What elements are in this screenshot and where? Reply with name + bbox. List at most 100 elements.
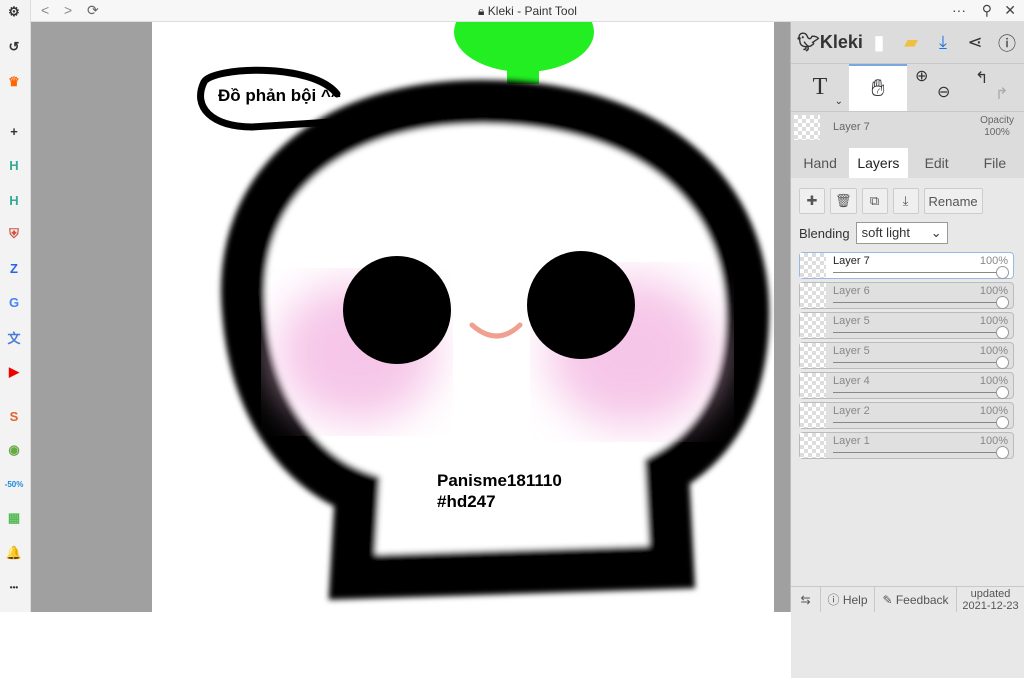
browser-sidebar: ⚙ ↺ ♛ + H H ⛨ Z G 文 ▶ S ◉ -50% ▦ 🔔 ••• (0, 0, 31, 612)
gear-icon[interactable]: ⚙ (3, 1, 25, 23)
text-tool[interactable]: T ⌄ (791, 64, 849, 111)
layer-name: Layer 5 (833, 315, 870, 327)
google-icon[interactable]: G (3, 291, 25, 313)
kleki-logo: 🐦︎Kleki (797, 32, 863, 52)
share-icon[interactable]: ⋖ (959, 27, 991, 59)
new-file-icon[interactable]: ▮ (863, 27, 895, 59)
layer-thumb (800, 403, 826, 428)
layer-name: Layer 5 (833, 345, 870, 357)
delete-layer-button[interactable]: 🗑︎ (830, 188, 857, 214)
current-layer-info: Layer 7 Opacity 100% (791, 112, 1024, 144)
help-icon[interactable]: ⓘ (991, 27, 1023, 59)
tiki-icon[interactable]: -50% (3, 473, 25, 495)
signature-line2: #hd247 (437, 492, 496, 511)
current-layer-thumb (794, 115, 820, 140)
help-button[interactable]: ⓘ Help (821, 587, 875, 612)
layer-name: Layer 6 (833, 285, 870, 297)
blending-label: Blending (799, 225, 850, 241)
open-folder-icon[interactable]: ▰ (895, 27, 927, 59)
layer-name: Layer 7 (833, 255, 870, 267)
layer-item[interactable]: Layer 5 100% (799, 312, 1014, 339)
layer-item[interactable]: Layer 2 100% (799, 402, 1014, 429)
history-tools[interactable]: ↰ ↱ (965, 64, 1023, 111)
layer-thumb (800, 283, 826, 308)
hand-tool[interactable]: ✋︎ (849, 64, 907, 111)
layer-name: Layer 1 (833, 435, 870, 447)
layer-item[interactable]: Layer 6 100% (799, 282, 1014, 309)
tab-layers[interactable]: Layers (849, 148, 908, 178)
layer-opacity-slider[interactable] (833, 452, 1001, 453)
layer-opacity-handle[interactable] (996, 416, 1009, 429)
zoom-out-icon[interactable]: ⊖ (937, 82, 950, 102)
layer-item[interactable]: Layer 1 100% (799, 432, 1014, 459)
eye-right (527, 251, 635, 359)
current-layer-name: Layer 7 (833, 121, 870, 133)
layer-opacity-handle[interactable] (996, 296, 1009, 309)
zoom-tools[interactable]: ⊕ ⊖ (907, 64, 965, 111)
layer-thumb (800, 343, 826, 368)
lock-icon: 🔒︎ (478, 4, 485, 18)
shopee-icon[interactable]: S (3, 405, 25, 427)
more-button[interactable]: ··· (952, 2, 966, 18)
layer-opacity-slider[interactable] (833, 422, 1001, 423)
layer-opacity-slider[interactable] (833, 362, 1001, 363)
layer-thumb (800, 313, 826, 338)
swap-icon[interactable]: ⇆ (791, 587, 821, 612)
translate-icon[interactable]: 文 (3, 326, 25, 348)
crown-icon[interactable]: ♛ (3, 71, 25, 93)
more-icon[interactable]: ••• (3, 576, 25, 598)
layer-name: Layer 4 (833, 375, 870, 387)
youtube-icon[interactable]: ▶ (3, 361, 25, 383)
h-app-icon[interactable]: H (3, 154, 25, 176)
opacity-label: Opacity (980, 115, 1014, 126)
stem-shape (507, 52, 539, 84)
shield-icon[interactable]: ⛨ (3, 223, 25, 245)
layer-opacity-handle[interactable] (996, 266, 1009, 279)
layer-item[interactable]: Layer 5 100% (799, 342, 1014, 369)
rename-button[interactable]: Rename (923, 188, 983, 214)
feedback-button[interactable]: ✎ Feedback (875, 587, 957, 612)
tab-hand[interactable]: Hand (791, 148, 849, 178)
app-icon[interactable]: ◉ (3, 439, 25, 461)
layer-name: Layer 2 (833, 405, 870, 417)
h-app-icon-2[interactable]: H (3, 189, 25, 211)
opacity-value: 100% (984, 127, 1010, 138)
layer-opacity-handle[interactable] (996, 356, 1009, 369)
layer-thumb (800, 373, 826, 398)
layer-opacity-handle[interactable] (996, 446, 1009, 459)
layer-opacity-slider[interactable] (833, 392, 1001, 393)
plus-icon[interactable]: + (3, 120, 25, 142)
merge-layer-button[interactable]: ⤓ (892, 188, 919, 214)
layer-thumb (800, 253, 826, 278)
tab-edit[interactable]: Edit (908, 148, 966, 178)
canvas-workspace[interactable]: Đồ phản bội ^^ Panisme181110 #hd247 (31, 22, 790, 612)
undo-icon[interactable]: ↰ (975, 68, 988, 88)
add-layer-button[interactable]: ✚ (799, 188, 825, 214)
zoom-in-icon[interactable]: ⊕ (915, 66, 928, 86)
history-icon[interactable]: ↺ (3, 36, 25, 58)
redo-icon[interactable]: ↱ (995, 84, 1008, 104)
bubble-text: Đồ phản bội ^^ (218, 86, 341, 105)
close-button[interactable]: ✕ (1004, 2, 1016, 19)
layer-opacity-slider[interactable] (833, 272, 1001, 273)
drawing: Đồ phản bội ^^ Panisme181110 #hd247 (197, 22, 770, 600)
updated-info: updated 2021-12-23 (962, 587, 1019, 612)
drawing-canvas[interactable]: Đồ phản bội ^^ Panisme181110 #hd247 (152, 22, 774, 612)
zalo-icon[interactable]: Z (3, 257, 25, 279)
blending-select[interactable]: soft light ⌄ (855, 222, 948, 244)
duplicate-layer-button[interactable]: ⧉ (861, 188, 888, 214)
layer-item[interactable]: Layer 7 100% (799, 252, 1014, 279)
layer-opacity-slider[interactable] (833, 332, 1001, 333)
layer-opacity-handle[interactable] (996, 386, 1009, 399)
eye-left (343, 256, 451, 364)
sheets-icon[interactable]: ▦ (3, 507, 25, 529)
layer-opacity-handle[interactable] (996, 326, 1009, 339)
tab-file[interactable]: File (966, 148, 1024, 178)
layer-thumb (800, 433, 826, 458)
bell-icon[interactable]: 🔔 (3, 542, 25, 564)
download-icon[interactable]: ⤓ (927, 27, 959, 59)
pin-button[interactable]: ⚲ (982, 2, 992, 19)
layer-opacity-slider[interactable] (833, 302, 1001, 303)
browser-toolbar: < > ⟳ 🔒︎ Kleki - Paint Tool ··· ⚲ ✕ (31, 0, 1024, 22)
layer-item[interactable]: Layer 4 100% (799, 372, 1014, 399)
